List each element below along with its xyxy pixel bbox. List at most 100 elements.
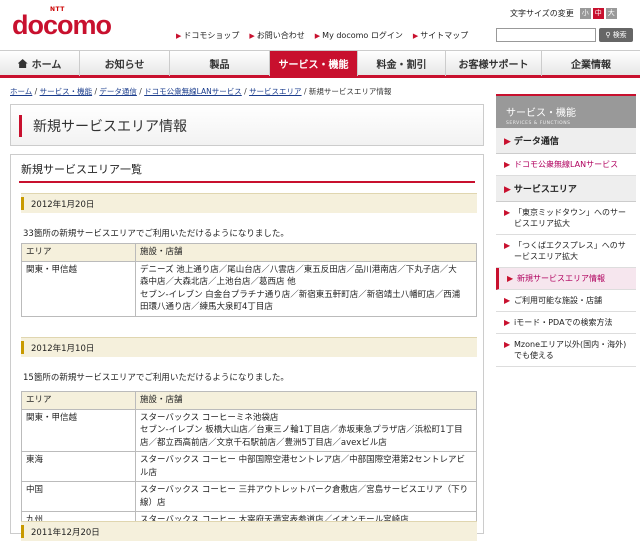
- arrow-icon: ▶: [504, 160, 511, 169]
- arrow-icon: ▶: [504, 137, 511, 147]
- nav-home[interactable]: ホーム: [0, 51, 80, 76]
- text-size-medium-button[interactable]: 中: [592, 8, 604, 19]
- facility-cell: スターバックス コーヒーミネ池袋店セブン-イレブン 板橋大山店／台東三ノ輪1丁目…: [135, 408, 477, 452]
- sidebar-title: サービス・機能: [506, 108, 576, 119]
- sidebar-item-facilities[interactable]: ▶ ご利用可能な施設・店舗: [496, 290, 636, 312]
- nav-news[interactable]: お知らせ: [80, 51, 170, 76]
- date-label: 2011年12月20日: [31, 528, 100, 538]
- sidebar-category-area[interactable]: ▶ サービスエリア: [496, 176, 636, 202]
- area-table: エリア 施設・店舗 関東・甲信越 デニーズ 池上通り店／尾山台店／八雲店／東五反田店…: [21, 243, 477, 317]
- breadcrumb: ホーム / サービス・機能 / データ通信 / ドコモ公衆無線LANサービス /…: [10, 87, 392, 96]
- header-facility: 施設・店舗: [135, 243, 477, 262]
- global-nav: ホーム お知らせ 製品 サービス・機能 料金・割引 お客様サポート 企業情報: [0, 50, 640, 78]
- breadcrumb-services[interactable]: サービス・機能: [40, 87, 93, 96]
- entry-description: 33箇所の新規サービスエリアでご利用いただけるようになりました。: [23, 229, 289, 239]
- logo-text: docomo: [12, 10, 112, 40]
- search-button[interactable]: ⚲ 検索: [599, 28, 633, 42]
- sitemap-link[interactable]: ▶ サイトマップ: [413, 30, 468, 41]
- area-cell: 関東・甲信越: [21, 408, 136, 452]
- page-title-box: 新規サービスエリア情報: [10, 104, 484, 146]
- arrow-icon: ▶: [176, 32, 182, 40]
- home-icon: [17, 59, 28, 68]
- nav-support[interactable]: お客様サポート: [446, 51, 542, 76]
- sidebar-item-imode-search[interactable]: ▶ iモード・PDAでの検索方法: [496, 312, 636, 334]
- date-bar: 2012年1月10日: [21, 337, 477, 357]
- search-input[interactable]: [496, 28, 596, 42]
- nav-products[interactable]: 製品: [170, 51, 270, 76]
- date-bar: 2012年1月20日: [21, 193, 477, 213]
- item-label: 「東京ミッドタウン」へのサービスエリア拡大: [514, 208, 626, 228]
- sidebar: サービス・機能 SERVICES & FUNCTIONS ▶ データ通信 ▶ ドコモ…: [496, 94, 636, 530]
- arrow-icon: ▶: [249, 32, 255, 40]
- nav-pricing[interactable]: 料金・割引: [358, 51, 446, 76]
- text-size-small-button[interactable]: 小: [579, 8, 591, 19]
- arrow-icon: ▶: [314, 32, 321, 40]
- nav-label: 料金・割引: [376, 60, 427, 71]
- area-cell: 中国: [21, 481, 136, 512]
- nav-label: サービス・機能: [278, 60, 349, 71]
- date-bar: 2011年12月20日: [21, 521, 477, 541]
- facility-line: セブン-イレブン 白金台プラチナ通り店／新宿東五軒町店／新宿靖土八幡町店／西浦: [140, 289, 461, 300]
- facility-cell: デニーズ 池上通り店／尾山台店／八雲店／東五反田店／品川港南店／下丸子店／大 森中…: [135, 260, 477, 317]
- table-row: 関東・甲信越 スターバックス コーヒーミネ池袋店セブン-イレブン 板橋大山店／台東…: [21, 408, 477, 452]
- date-label: 2012年1月10日: [31, 344, 95, 354]
- sidebar-header: サービス・機能 SERVICES & FUNCTIONS: [496, 94, 636, 128]
- utility-links: ▶ ドコモショップ ▶ お問い合わせ ▶ My docomo ログイン ▶ サイトマップ: [176, 30, 468, 41]
- entry-description: 15箇所の新規サービスエリアでご利用いただけるようになりました。: [23, 373, 289, 383]
- breadcrumb-wlan[interactable]: ドコモ公衆無線LANサービス: [144, 87, 242, 96]
- breadcrumb-area[interactable]: サービスエリア: [249, 87, 302, 96]
- section-divider: [19, 181, 475, 183]
- breadcrumb-home[interactable]: ホーム: [10, 87, 32, 96]
- arrow-icon: ▶: [504, 296, 511, 305]
- table-row: 中国 スターバックス コーヒー 三井アウトレットパーク倉敷店／宮島サービスエリア（…: [21, 481, 477, 512]
- page-title: 新規サービスエリア情報: [33, 119, 187, 135]
- facility-line: スターバックス コーヒー 三井アウトレットパーク倉敷店／宮島サービスエリア（下り…: [140, 485, 469, 508]
- search-button-label: 検索: [612, 31, 627, 39]
- arrow-icon: ▶: [412, 32, 419, 40]
- my-docomo-login-link[interactable]: ▶ My docomo ログイン: [315, 30, 403, 41]
- text-size-large-button[interactable]: 大: [605, 8, 617, 19]
- sidebar-item-new-area[interactable]: ▶ 新規サービスエリア情報: [496, 268, 636, 290]
- nav-corporate[interactable]: 企業情報: [542, 51, 640, 76]
- title-accent: [19, 115, 22, 137]
- text-size-control: 文字サイズの変更 小 中 大: [510, 8, 617, 19]
- nav-services[interactable]: サービス・機能: [270, 51, 358, 76]
- table-header: エリア 施設・店舗: [21, 243, 477, 262]
- facility-line: 森中店／大森北店／上池台店／葛西店 他: [140, 277, 296, 287]
- nav-label: ホーム: [31, 60, 62, 71]
- item-label: ドコモ公衆無線LANサービス: [514, 160, 619, 169]
- arrow-icon: ▶: [504, 208, 511, 217]
- arrow-icon: ▶: [507, 274, 514, 283]
- arrow-icon: ▶: [504, 241, 511, 250]
- area-table: エリア 施設・店舗 関東・甲信越 スターバックス コーヒーミネ池袋店 セブン-イレブン…: [21, 391, 477, 530]
- link-label: My docomo ログイン: [322, 31, 403, 40]
- item-label: iモード・PDAでの検索方法: [514, 318, 613, 327]
- sidebar-item-tsukuba[interactable]: ▶ 「つくばエクスプレス」へのサービスエリア拡大: [496, 235, 636, 268]
- header-area: エリア: [21, 243, 136, 262]
- sidebar-item-wlan[interactable]: ▶ ドコモ公衆無線LANサービス: [496, 154, 636, 176]
- docomo-logo[interactable]: NTT docomo: [12, 6, 112, 40]
- facility-line: スターバックス コーヒーミネ池袋店: [140, 412, 279, 423]
- nav-label: 企業情報: [571, 60, 611, 71]
- arrow-icon: ▶: [504, 318, 511, 327]
- docomo-shop-link[interactable]: ▶ ドコモショップ: [176, 30, 239, 41]
- link-label: ドコモショップ: [183, 31, 240, 40]
- item-label: Mzoneエリア以外(国内・海外)でも使える: [514, 340, 627, 360]
- facility-line: セブン-イレブン 板橋大山店／台東三ノ輪1丁目店／赤坂東急プラザ店／浜松町1丁目: [140, 425, 463, 435]
- header-area: エリア: [21, 391, 136, 410]
- area-cell: 東海: [21, 451, 136, 482]
- sidebar-item-mzone[interactable]: ▶ Mzoneエリア以外(国内・海外)でも使える: [496, 334, 636, 367]
- breadcrumb-data[interactable]: データ通信: [99, 87, 137, 96]
- sidebar-category-data[interactable]: ▶ データ通信: [496, 128, 636, 154]
- facility-line: 田環八通り店／練馬大泉町4丁目店: [140, 302, 273, 312]
- sidebar-item-midtown[interactable]: ▶ 「東京ミッドタウン」へのサービスエリア拡大: [496, 202, 636, 235]
- section-title: 新規サービスエリア一覧: [21, 163, 142, 176]
- contact-link[interactable]: ▶ お問い合わせ: [249, 30, 304, 41]
- item-label: ご利用可能な施設・店舗: [514, 296, 602, 305]
- category-label: サービスエリア: [513, 185, 577, 195]
- sidebar-subtitle: SERVICES & FUNCTIONS: [506, 121, 571, 126]
- nav-label: お客様サポート: [458, 60, 529, 71]
- main-content: 新規サービスエリア一覧 2012年1月20日 33箇所の新規サービスエリアでご利…: [10, 154, 484, 541]
- facility-cell: スターバックス コーヒー 中部国際空港セントレア店／中部国際空港第2セントレアビ…: [135, 451, 477, 482]
- category-label: データ通信: [513, 137, 559, 147]
